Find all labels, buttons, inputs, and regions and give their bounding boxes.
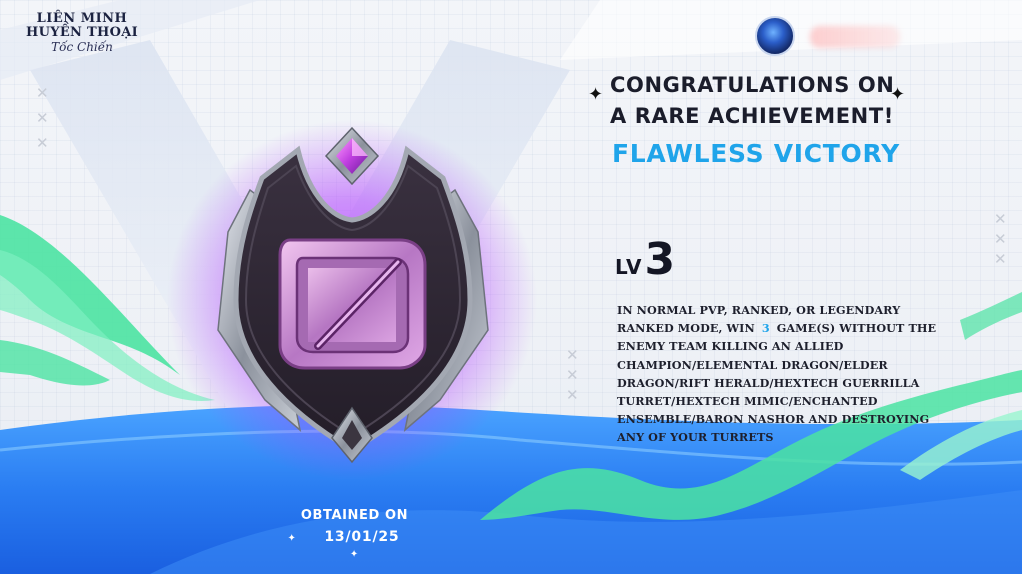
player-name-redacted — [810, 26, 900, 48]
obtained-date: 13/01/25 — [324, 529, 400, 545]
logo-line-3: Tốc Chiến — [51, 40, 113, 55]
x-mark-icon: ✕ — [566, 366, 579, 384]
player-avatar-icon[interactable] — [755, 16, 795, 56]
x-mark-icon: ✕ — [36, 84, 49, 102]
congrats-line-2: A RARE ACHIEVEMENT! — [610, 104, 894, 128]
x-mark-icon: ✕ — [994, 230, 1007, 248]
x-mark-group-left: ✕ ✕ ✕ — [36, 86, 49, 151]
x-mark-group-middle: ✕ ✕ ✕ — [566, 348, 579, 403]
obtained-info: OBTAINED ON ✦ 13/01/25 ✦ — [282, 508, 427, 561]
logo-line-2: HUYỀN THOẠI — [26, 24, 138, 40]
achievement-screen: LIÊN MINH HUYỀN THOẠI Tốc Chiến ✕ ✕ ✕ ✕ … — [0, 0, 1022, 574]
sparkle-icon: ✦ — [349, 549, 360, 560]
congrats-heading: CONGRATULATIONS ON A RARE ACHIEVEMENT! — [610, 70, 900, 132]
achievement-level: LV3 — [615, 234, 675, 285]
sparkle-icon: ✦ — [287, 533, 297, 544]
x-mark-icon: ✕ — [994, 250, 1007, 268]
x-mark-icon: ✕ — [36, 134, 49, 152]
logo-line-1: LIÊN MINH — [36, 11, 128, 26]
x-mark-icon: ✕ — [566, 386, 579, 404]
description-post: GAME(S) WITHOUT THE ENEMY TEAM KILLING A… — [617, 321, 937, 445]
game-logo: LIÊN MINH HUYỀN THOẠI Tốc Chiến — [22, 12, 162, 76]
congrats-line-1: CONGRATULATIONS ON — [610, 73, 895, 97]
obtained-label: OBTAINED ON — [300, 508, 409, 523]
description-count: 3 — [761, 321, 770, 336]
level-label: LV — [615, 255, 643, 279]
achievement-description: IN NORMAL PVP, RANKED, OR LEGENDARY RANK… — [617, 301, 937, 447]
x-mark-icon: ✕ — [566, 346, 579, 364]
x-mark-icon: ✕ — [994, 210, 1007, 228]
obtained-date-row: ✦ 13/01/25 ✦ — [282, 529, 427, 561]
achievement-name: FLAWLESS VICTORY — [612, 139, 900, 168]
x-mark-group-right: ✕ ✕ ✕ — [994, 212, 1007, 267]
x-mark-icon: ✕ — [36, 109, 49, 127]
level-value: 3 — [644, 234, 676, 285]
sparkle-icon: ✦ — [588, 84, 604, 105]
